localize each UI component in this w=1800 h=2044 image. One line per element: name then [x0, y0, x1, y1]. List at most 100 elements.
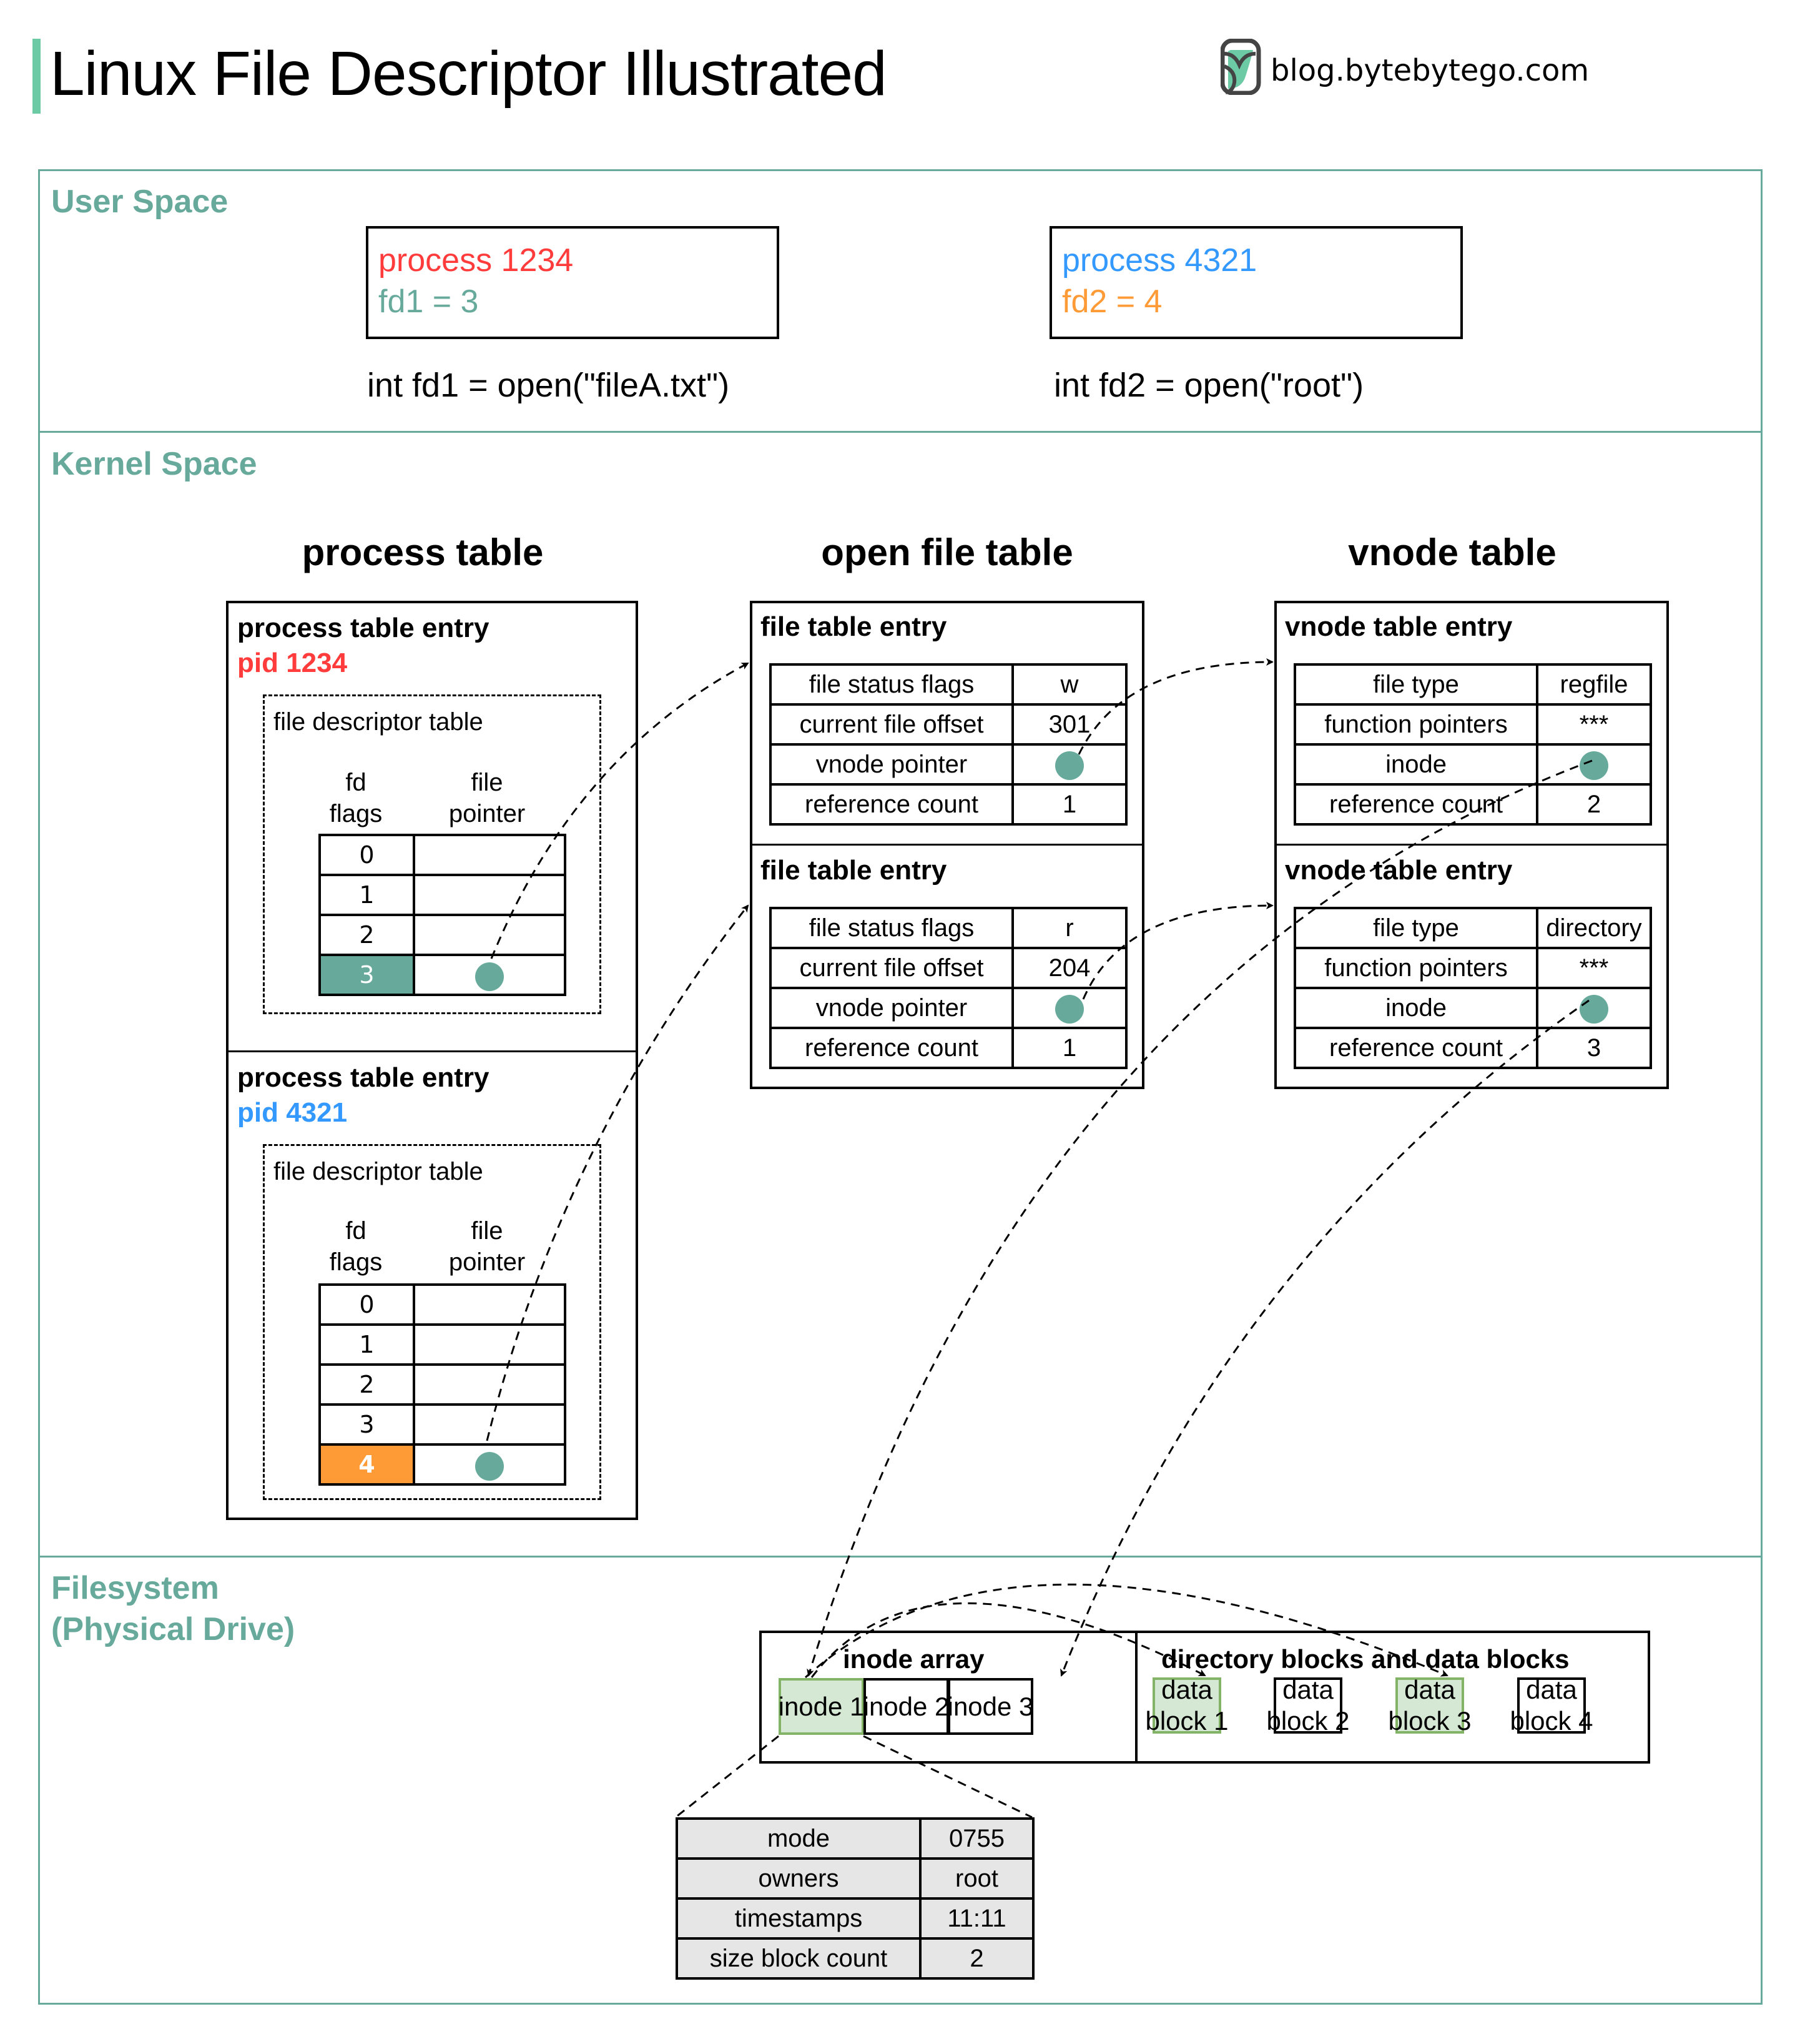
field-value: 0755: [919, 1817, 1035, 1860]
file-pointer-cell: [413, 1323, 566, 1366]
fd-row[interactable]: 2: [318, 914, 566, 956]
file-pointer-cell: [413, 874, 566, 916]
field-name: function pointers: [1294, 703, 1538, 746]
field-value: [1011, 987, 1128, 1029]
table-row: inode: [1294, 987, 1652, 1029]
brand-url[interactable]: blog.bytebytego.com: [1271, 49, 1589, 92]
col-ptr-line1: file: [471, 769, 503, 796]
fd-row[interactable]: 2: [318, 1363, 566, 1406]
field-name: reference count: [769, 783, 1014, 826]
table-row: current file offset 204: [769, 947, 1128, 989]
fd-row-active[interactable]: 3: [318, 954, 566, 996]
field-value: ***: [1536, 947, 1652, 989]
fd-row[interactable]: 3: [318, 1403, 566, 1446]
inode-cell[interactable]: inode 1: [779, 1678, 864, 1735]
inode-detail-table: mode 0755 owners root timestamps 11:11 size…: [676, 1817, 1035, 1980]
fd-number: 1: [318, 1323, 415, 1366]
user-kernel-divider: [38, 431, 1763, 433]
col-fd-line2: flags: [329, 1248, 383, 1276]
table-row: file status flags r: [769, 907, 1128, 949]
open-file-table-title: open file table: [821, 531, 1073, 573]
table-row: vnode pointer: [769, 743, 1128, 786]
field-name: inode: [1294, 743, 1538, 786]
field-name: vnode pointer: [769, 743, 1014, 786]
process-1234-box: process 1234 fd1 = 3: [366, 226, 779, 339]
fd-number: 2: [318, 914, 415, 956]
fd-row[interactable]: 0: [318, 834, 566, 876]
filesystem-label-line2: (Physical Drive): [51, 1611, 295, 1647]
process-4321-fd: fd2 = 4: [1062, 284, 1163, 320]
pointer-dot-icon: [1055, 995, 1084, 1024]
fd-table-2-label: file descriptor table: [273, 1158, 483, 1185]
open-call-4321: int fd2 = open("root"): [1054, 367, 1364, 404]
field-name: reference count: [1294, 1027, 1538, 1069]
process-entry-1-pid: pid 1234: [237, 648, 348, 678]
field-value: 1: [1011, 783, 1128, 826]
table-row: file status flags w: [769, 663, 1128, 706]
fd-row[interactable]: 1: [318, 1323, 566, 1366]
table-row: file type regfile: [1294, 663, 1652, 706]
title-accent-bar: [32, 39, 41, 114]
process-1234-fd: fd1 = 3: [378, 284, 479, 320]
process-entry-1-title: process table entry: [237, 613, 489, 643]
fd-table-1: 0 1 2 3: [318, 834, 566, 996]
field-value: 2: [1536, 783, 1652, 826]
file-entry-1-title: file table entry: [760, 611, 947, 642]
file-pointer-cell: [413, 1443, 566, 1486]
file-pointer-cell: [413, 1283, 566, 1326]
field-name: reference count: [1294, 783, 1538, 826]
file-entry-2-title: file table entry: [760, 855, 947, 886]
inode-cell[interactable]: inode 3: [948, 1678, 1033, 1735]
vnode-entry-2-title: vnode table entry: [1285, 855, 1513, 886]
file-entry-1-table: file status flags w current file offset 30…: [769, 663, 1128, 826]
table-row: mode 0755: [676, 1817, 1035, 1860]
field-name: function pointers: [1294, 947, 1538, 989]
fd-number: 2: [318, 1363, 415, 1406]
data-block-cell[interactable]: data block 4: [1510, 1675, 1593, 1735]
data-block-cell[interactable]: data block 2: [1266, 1675, 1349, 1735]
col-ptr-line2: pointer: [448, 800, 526, 827]
data-block-line1: data: [1282, 1675, 1334, 1704]
fd-number-active: 3: [318, 954, 415, 996]
table-row: size block count 2: [676, 1937, 1035, 1980]
file-pointer-cell: [413, 1403, 566, 1446]
inode-cell[interactable]: inode 2: [863, 1678, 949, 1735]
data-block-cell[interactable]: data block 3: [1388, 1675, 1471, 1735]
table-row: owners root: [676, 1857, 1035, 1900]
field-name: inode: [1294, 987, 1538, 1029]
pointer-dot-icon: [475, 1451, 504, 1481]
open-call-1234: int fd1 = open("fileA.txt"): [367, 367, 730, 404]
col-ptr-line1: file: [471, 1217, 503, 1245]
data-block-cell[interactable]: data block 1: [1145, 1675, 1228, 1735]
process-table-separator: [226, 1050, 638, 1052]
field-value: [1536, 743, 1652, 786]
field-value: 11:11: [919, 1897, 1035, 1940]
vnode-table-title: vnode table: [1348, 531, 1557, 573]
process-entry-2-pid: pid 4321: [237, 1097, 348, 1128]
fd-row-active[interactable]: 4: [318, 1443, 566, 1486]
fd-table-1-label: file descriptor table: [273, 708, 483, 736]
field-name: size block count: [676, 1937, 922, 1980]
user-space-label: User Space: [51, 184, 229, 220]
field-value: [1011, 743, 1128, 786]
table-row: inode: [1294, 743, 1652, 786]
table-row: function pointers ***: [1294, 947, 1652, 989]
filesystem-label: Filesystem (Physical Drive): [51, 1568, 295, 1650]
page-title: Linux File Descriptor Illustrated: [50, 39, 887, 109]
open-file-table-separator: [750, 844, 1144, 846]
inode-array-title: inode array: [843, 1644, 985, 1674]
table-row: function pointers ***: [1294, 703, 1652, 746]
vnode-entry-1-title: vnode table entry: [1285, 611, 1513, 642]
vnode-table-separator: [1274, 844, 1669, 846]
field-name: vnode pointer: [769, 987, 1014, 1029]
table-row: current file offset 301: [769, 703, 1128, 746]
bytebytego-logo-icon: [1220, 38, 1262, 96]
data-block-line2: block 3: [1388, 1706, 1472, 1735]
table-row: reference count 1: [769, 783, 1128, 826]
fd-row[interactable]: 1: [318, 874, 566, 916]
field-value: r: [1011, 907, 1128, 949]
fd-row[interactable]: 0: [318, 1283, 566, 1326]
kernel-space-label: Kernel Space: [51, 446, 257, 482]
pointer-dot-icon: [1580, 751, 1608, 781]
table-row: vnode pointer: [769, 987, 1128, 1029]
